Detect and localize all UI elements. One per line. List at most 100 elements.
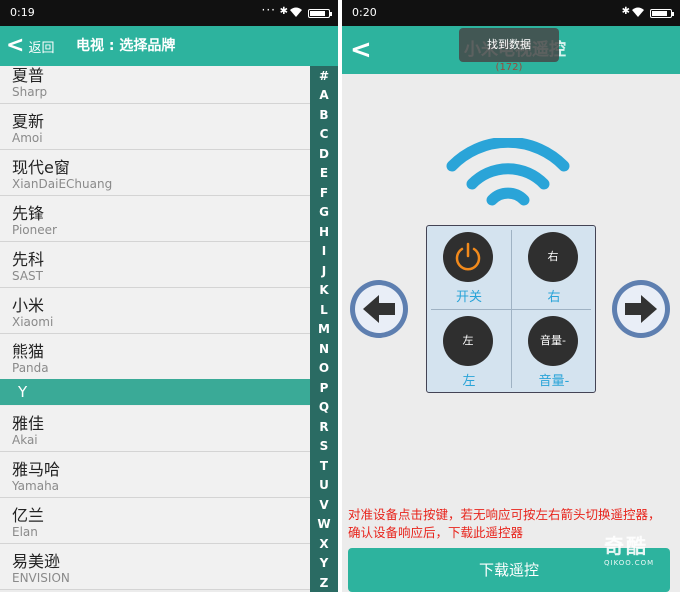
- alphabet-letter[interactable]: A: [310, 88, 338, 102]
- brand-name: 易美逊: [12, 552, 61, 571]
- alphabet-letter[interactable]: O: [310, 361, 338, 375]
- remote-key-panel: 开关 右 右 左 左 音量- 音量-: [426, 225, 596, 393]
- toast-count: (172): [495, 62, 523, 73]
- brand-pinyin: SAST: [12, 269, 43, 283]
- brand-list-item[interactable]: 小米 Xiaomi: [0, 288, 310, 334]
- brand-pinyin: Amoi: [12, 131, 43, 145]
- brand-name: 雅佳: [12, 414, 45, 433]
- arrow-right-icon: [625, 295, 657, 323]
- right-key-button: 右: [528, 232, 578, 282]
- chevron-left-icon: <: [6, 33, 25, 58]
- brand-pinyin: Panda: [12, 361, 49, 375]
- brand-name: 熊猫: [12, 342, 45, 361]
- brand-list-item[interactable]: 夏普 Sharp: [0, 66, 310, 104]
- right-key[interactable]: 右 右: [512, 226, 596, 309]
- brand-list-item[interactable]: 熊猫 Panda: [0, 334, 310, 380]
- bluetooth-icon: ✱: [621, 6, 630, 17]
- back-chevron-icon[interactable]: <: [350, 26, 372, 74]
- alphabet-letter[interactable]: C: [310, 127, 338, 141]
- back-label: 返回: [28, 40, 55, 56]
- brand-name: 亿兰: [12, 506, 45, 525]
- left-key[interactable]: 左 左: [427, 310, 511, 393]
- alphabet-letter[interactable]: U: [310, 478, 338, 492]
- alphabet-letter[interactable]: D: [310, 147, 338, 161]
- status-bar: 0:19 ··· ✱: [0, 0, 338, 26]
- alphabet-letter[interactable]: E: [310, 166, 338, 180]
- status-time: 0:19: [10, 6, 35, 19]
- alphabet-letter[interactable]: T: [310, 459, 338, 473]
- power-key-caption: 开关: [455, 290, 482, 305]
- alphabet-letter[interactable]: K: [310, 283, 338, 297]
- status-bar: 0:20 ✱: [342, 0, 680, 26]
- alphabet-letter[interactable]: J: [310, 264, 338, 278]
- watermark-mark: 奇酷: [604, 534, 648, 558]
- brand-pinyin: Elan: [12, 525, 38, 539]
- page-title: 电视 : 选择品牌: [76, 38, 176, 54]
- brand-list-item[interactable]: 先锋 Pioneer: [0, 196, 310, 242]
- brand-list-item[interactable]: 现代e窗 XianDaiEChuang: [0, 150, 310, 196]
- alphabet-letter[interactable]: S: [310, 439, 338, 453]
- alphabet-letter[interactable]: L: [310, 303, 338, 317]
- brand-name: 小米: [12, 296, 45, 315]
- bluetooth-icon: ✱: [279, 6, 288, 17]
- previous-remote-button[interactable]: [350, 280, 408, 338]
- brand-name: 先科: [12, 250, 45, 269]
- alphabet-letter[interactable]: Y: [310, 556, 338, 570]
- alphabet-letter[interactable]: W: [310, 517, 338, 531]
- header-bar: < 返回 电视 : 选择品牌: [0, 26, 338, 66]
- brand-pinyin: Yamaha: [12, 479, 60, 493]
- brand-list-item[interactable]: 易美逊 ENVISION: [0, 544, 310, 590]
- back-button[interactable]: < 返回: [6, 26, 54, 66]
- alphabet-letter[interactable]: F: [310, 186, 338, 200]
- brand-list-item[interactable]: 夏新 Amoi: [0, 104, 310, 150]
- signal-icon: [446, 138, 570, 206]
- power-icon: [455, 242, 481, 271]
- alphabet-letter[interactable]: Z: [310, 576, 338, 590]
- brand-list-item[interactable]: 雅佳 Akai: [0, 406, 310, 452]
- alphabet-letter[interactable]: X: [310, 537, 338, 551]
- brand-name: 夏普: [12, 66, 45, 85]
- remote-test-body: 开关 右 右 左 左 音量- 音量- 对准设备点击按键，若无响应可按左右箭头切换…: [342, 74, 680, 592]
- brand-pinyin: Akai: [12, 433, 38, 447]
- brand-name: 先锋: [12, 204, 45, 223]
- alphabet-letter[interactable]: N: [310, 342, 338, 356]
- watermark-logo: 奇酷 QIKOO.COM: [604, 530, 670, 578]
- brand-name: 现代e窗: [12, 158, 70, 177]
- brand-pinyin: Pioneer: [12, 223, 57, 237]
- battery-icon: [308, 9, 332, 18]
- arrow-left-icon: [363, 295, 395, 323]
- alphabet-letter[interactable]: B: [310, 108, 338, 122]
- notification-dots-icon: ···: [261, 3, 276, 17]
- watermark-site: QIKOO.COM: [604, 559, 655, 567]
- brand-pinyin: ENVISION: [12, 571, 70, 585]
- remote-test-screen: 0:20 ✱ < 小米电视遥控 找到数据 (172): [342, 0, 680, 600]
- right-key-caption: 右: [547, 290, 561, 305]
- power-key[interactable]: 开关: [427, 226, 511, 309]
- left-key-button: 左: [443, 316, 493, 366]
- volume-down-key-button: 音量-: [528, 316, 578, 366]
- battery-icon: [650, 9, 674, 18]
- brand-list-item[interactable]: 雅马哈 Yamaha: [0, 452, 310, 498]
- alphabet-letter[interactable]: P: [310, 381, 338, 395]
- brand-list-item[interactable]: 先科 SAST: [0, 242, 310, 288]
- wifi-icon: [632, 7, 644, 17]
- alphabet-index-bar[interactable]: # A B C D E F G H I J K L M N O P Q R S T U V W X Y Z: [310, 66, 338, 592]
- toast-message: 找到数据: [459, 28, 559, 62]
- left-key-caption: 左: [462, 374, 476, 389]
- alphabet-letter[interactable]: M: [310, 322, 338, 336]
- alphabet-letter[interactable]: V: [310, 498, 338, 512]
- alphabet-letter[interactable]: #: [310, 69, 338, 83]
- alphabet-letter[interactable]: Q: [310, 400, 338, 414]
- alphabet-letter[interactable]: I: [310, 244, 338, 258]
- brand-selection-screen: 0:19 ··· ✱ < 返回 电视 : 选择品牌 夏普 Sharp 夏新 Amoi 现…: [0, 0, 338, 600]
- status-time: 0:20: [352, 6, 377, 19]
- brand-list[interactable]: 夏普 Sharp 夏新 Amoi 现代e窗 XianDaiEChuang 先锋 Pioneer…: [0, 66, 310, 592]
- volume-down-key[interactable]: 音量- 音量-: [512, 310, 596, 393]
- power-key-button: [443, 232, 493, 282]
- brand-name: 雅马哈: [12, 460, 61, 479]
- next-remote-button[interactable]: [612, 280, 670, 338]
- brand-list-item[interactable]: 亿兰 Elan: [0, 498, 310, 544]
- alphabet-letter[interactable]: R: [310, 420, 338, 434]
- alphabet-letter[interactable]: H: [310, 225, 338, 239]
- alphabet-letter[interactable]: G: [310, 205, 338, 219]
